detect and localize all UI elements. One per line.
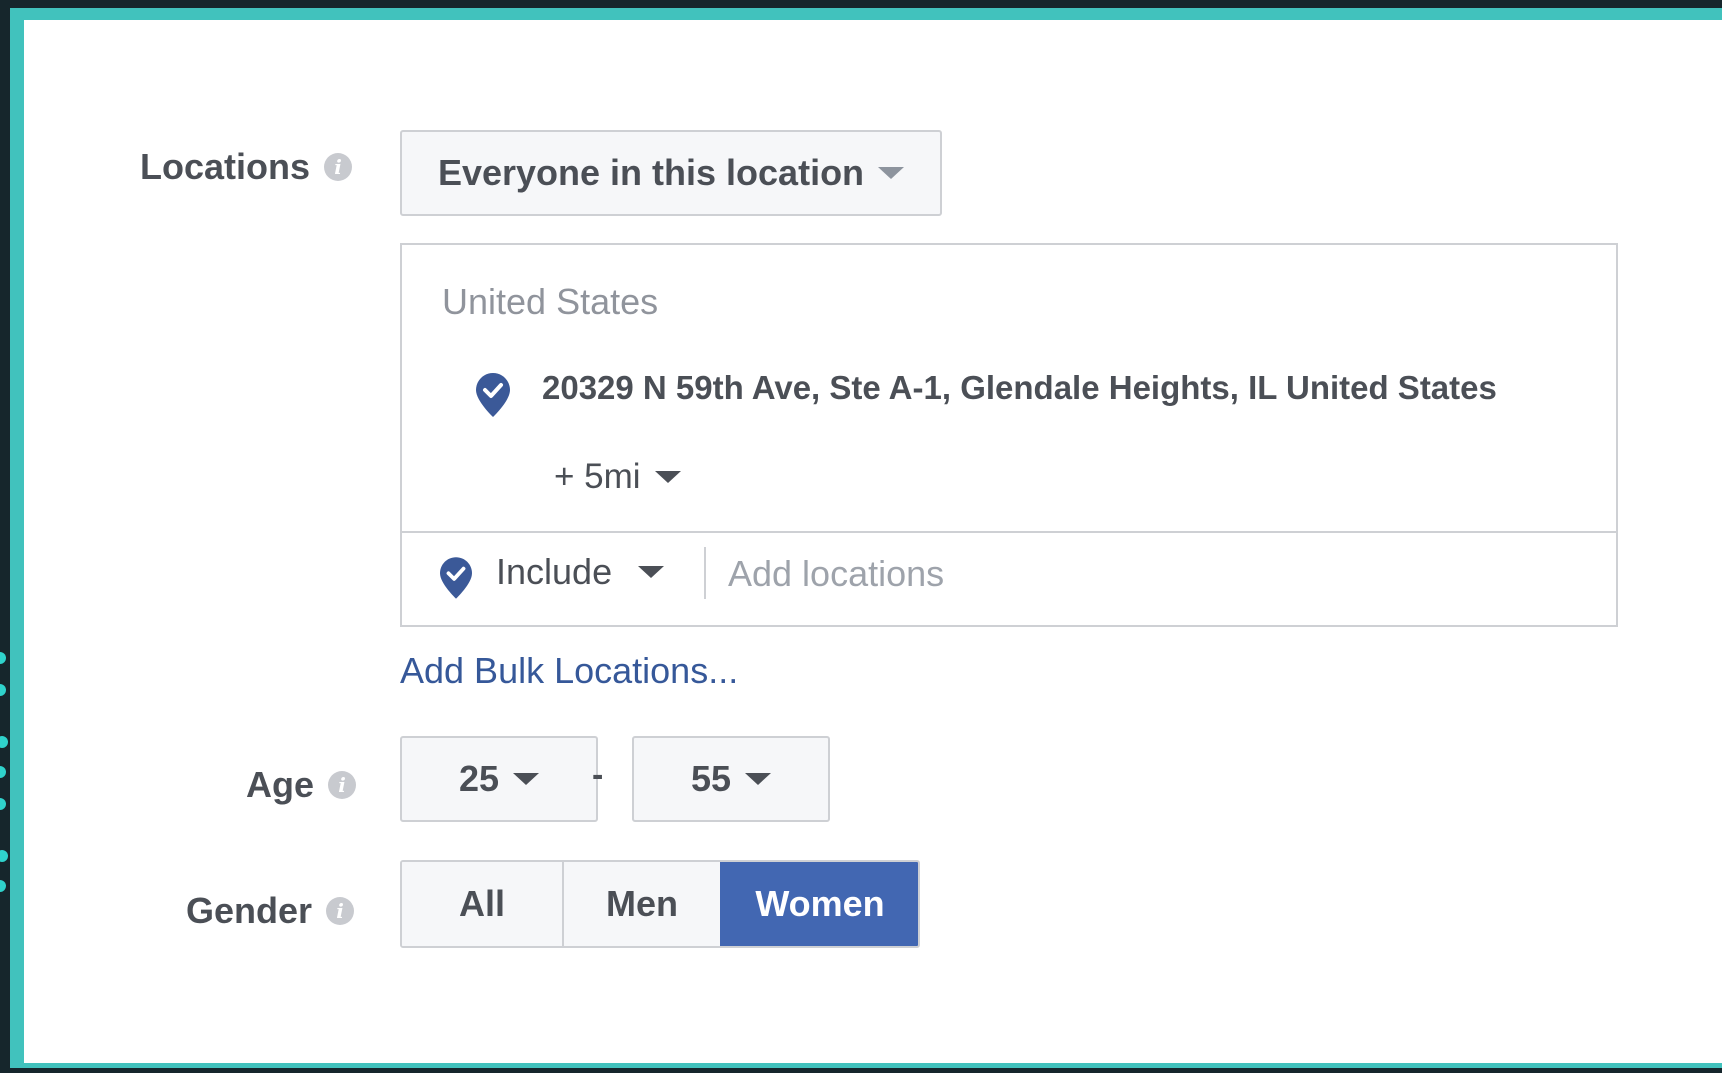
decorative-dots [0,640,14,900]
chevron-down-icon [745,773,772,785]
chevron-down-icon [638,566,665,578]
include-label: Include [496,551,613,592]
age-label: Age [246,764,315,805]
locations-label: Locations [140,146,311,187]
age-max-value: 55 [690,758,732,799]
location-address: 20329 N 59th Ave, Ste A-1, Glendale Heig… [542,369,1497,406]
age-max-select[interactable]: 55 [632,736,830,822]
chevron-down-icon [513,773,540,785]
gender-option-women[interactable]: Women [720,862,918,946]
age-min-select[interactable]: 25 [400,736,598,822]
include-select[interactable]: Include [496,551,665,593]
targeting-panel: Locations i Everyone in this location Un… [24,20,1722,1063]
add-locations-input[interactable] [728,549,1588,599]
chevron-down-icon [654,471,681,483]
info-icon[interactable]: i [324,153,353,181]
location-mode-select[interactable]: Everyone in this location [400,130,942,216]
add-bulk-locations-link[interactable]: Add Bulk Locations... [400,650,738,692]
chevron-down-icon [878,167,905,179]
age-separator: - [592,756,604,794]
gender-label: Gender [186,890,313,931]
radius-select[interactable]: + 5mi [554,457,681,497]
location-mode-label: Everyone in this location [437,152,865,193]
age-label-group: Age i [246,764,357,806]
radius-label: + 5mi [554,457,641,496]
info-icon[interactable]: i [326,897,355,925]
gender-selector: All Men Women [400,860,920,948]
gender-option-all[interactable]: All [402,862,562,946]
divider [704,547,706,599]
info-icon[interactable]: i [328,771,357,799]
map-pin-check-icon [476,373,510,417]
age-min-value: 25 [458,758,500,799]
gender-label-group: Gender i [186,890,355,932]
location-list: United States 20329 N 59th Ave, Ste A-1,… [400,243,1618,627]
map-pin-check-icon [440,557,472,599]
gender-option-men[interactable]: Men [562,862,720,946]
divider [402,531,1616,533]
locations-label-group: Locations i [140,146,353,188]
country-heading: United States [442,281,659,322]
